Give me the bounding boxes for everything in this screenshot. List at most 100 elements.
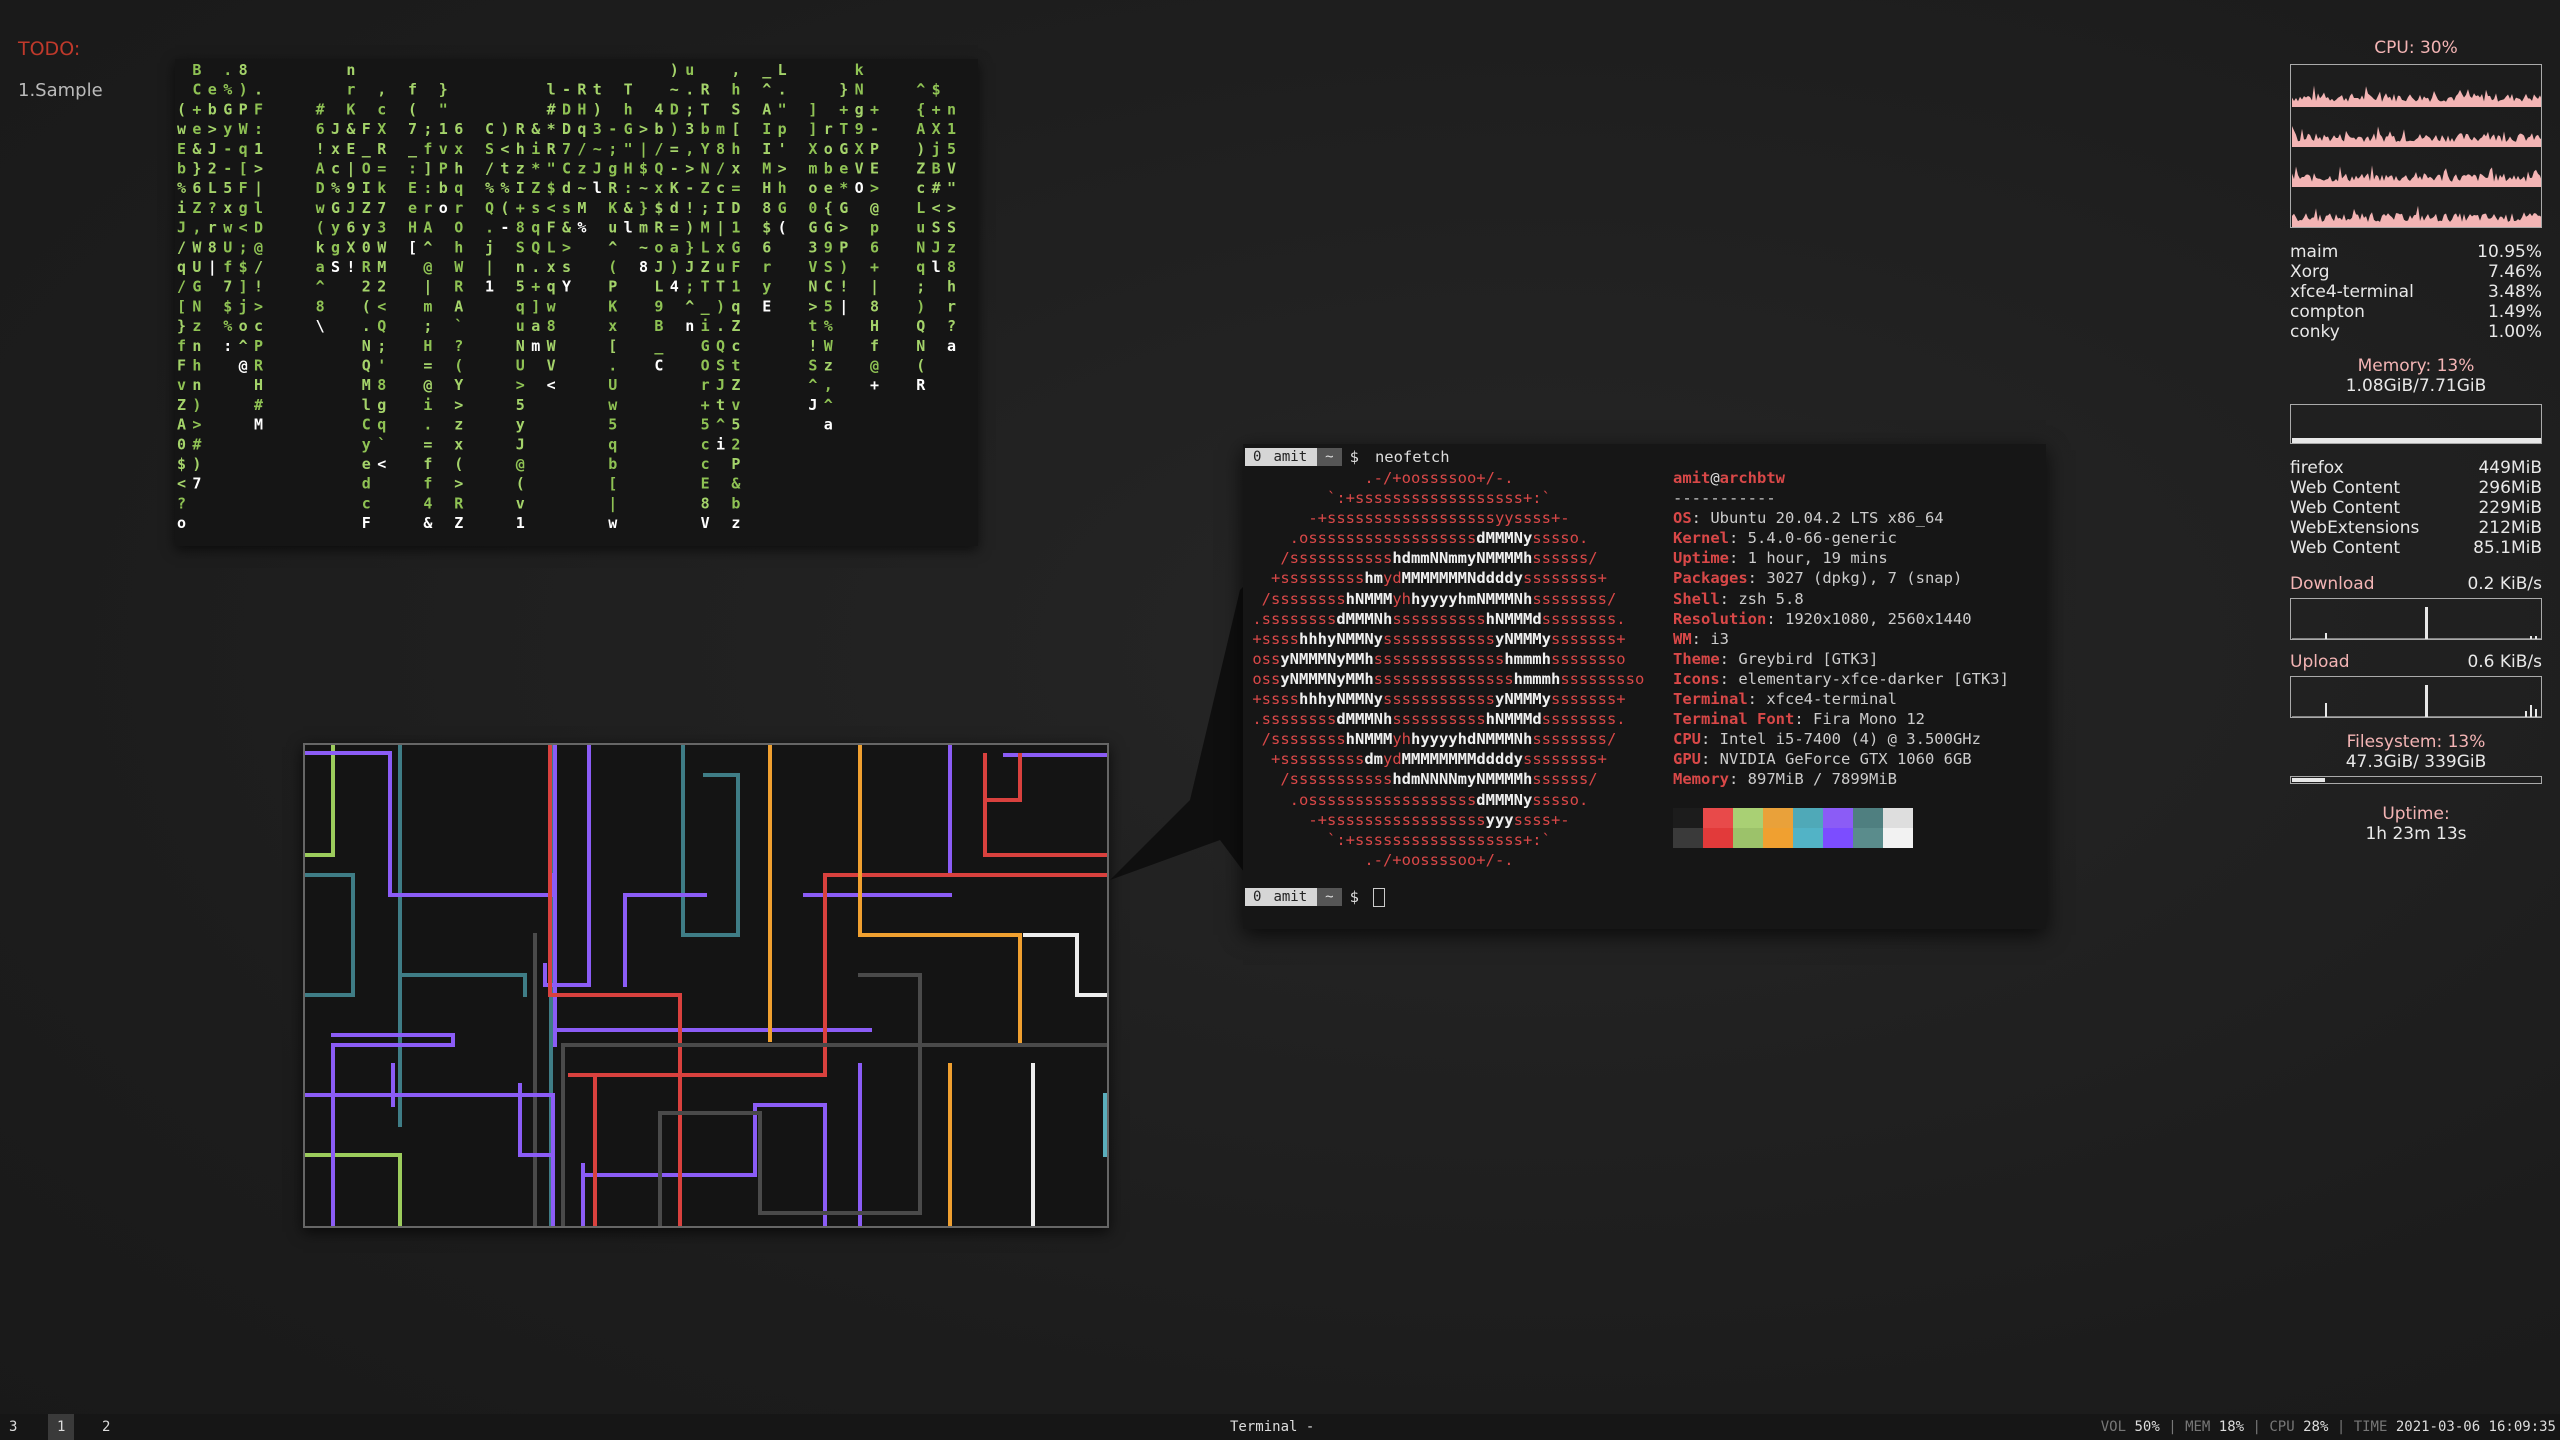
pipes-window[interactable] — [303, 743, 1109, 1228]
svg-text:;: ; — [239, 238, 248, 256]
svg-text:U: U — [516, 357, 525, 375]
svg-text:/: / — [716, 160, 725, 178]
info-key: Resolution — [1673, 609, 1767, 628]
svg-text:G: G — [192, 278, 201, 296]
svg-text:A: A — [316, 160, 325, 178]
svg-text:y: y — [362, 219, 371, 237]
svg-text:@: @ — [254, 238, 263, 256]
svg-text:L: L — [778, 61, 787, 79]
info-key: Kernel — [1673, 529, 1729, 548]
svg-text:): ) — [670, 120, 679, 138]
upload-value: 0.6 KiB/s — [2467, 652, 2542, 672]
svg-text:#: # — [254, 396, 263, 414]
svg-text:/: / — [577, 140, 586, 158]
svg-text::: : — [408, 160, 417, 178]
workspace-3[interactable]: 3 — [0, 1414, 26, 1440]
svg-text:|: | — [485, 258, 494, 277]
svg-text:): ) — [916, 140, 925, 158]
command-text: neofetch — [1374, 448, 1450, 466]
svg-text:): ) — [716, 297, 725, 315]
status-value: 50% — [2134, 1419, 2160, 1435]
svg-text:Z: Z — [177, 396, 186, 414]
svg-text:V: V — [855, 160, 864, 178]
svg-text:4: 4 — [654, 100, 663, 118]
svg-text:V: V — [547, 357, 556, 375]
svg-text:i: i — [701, 317, 710, 335]
svg-text:5: 5 — [731, 416, 740, 434]
info-value: Greybird [GTK3] — [1738, 649, 1879, 668]
svg-text:u: u — [608, 219, 617, 237]
svg-text:3: 3 — [593, 120, 602, 138]
svg-text:A: A — [454, 297, 463, 315]
svg-text:/: / — [654, 140, 663, 158]
info-row: Packages: 3027 (dpkg), 7 (snap) — [1673, 569, 1963, 588]
svg-text:F: F — [177, 357, 186, 375]
svg-text:P: P — [254, 337, 263, 355]
svg-text:Z: Z — [362, 199, 371, 217]
svg-text:n: n — [192, 337, 201, 355]
svg-text:Q: Q — [377, 317, 386, 335]
svg-text:O: O — [362, 160, 371, 178]
svg-text::: : — [423, 179, 432, 197]
filesystem-value: 47.3GiB/ 339GiB — [2345, 752, 2487, 772]
svg-text:5: 5 — [824, 297, 833, 315]
svg-text:Z: Z — [454, 514, 463, 532]
svg-text:+: + — [839, 100, 848, 118]
info-key: Terminal Font — [1673, 710, 1795, 729]
svg-text:^: ^ — [239, 337, 248, 355]
svg-text:%: % — [223, 81, 232, 99]
svg-text:c: c — [701, 435, 710, 453]
svg-text:-: - — [562, 81, 571, 99]
svg-text:C: C — [562, 160, 571, 178]
terminal-cursor[interactable] — [1372, 887, 1385, 907]
palette-swatch — [1673, 808, 1703, 828]
system-info: amit@archbtw ----------- OS: Ubuntu 20.0… — [1673, 469, 2009, 789]
svg-text:d: d — [562, 179, 571, 197]
svg-text:K: K — [608, 199, 617, 217]
terminal-window[interactable]: 0 amit ~ $ neofetch .-/+oossssoo+/-. `:+ss… — [1243, 444, 2046, 929]
svg-text:%: % — [824, 317, 833, 335]
svg-text:w: w — [608, 514, 618, 532]
svg-text:L: L — [547, 238, 556, 256]
svg-text:9: 9 — [654, 297, 663, 315]
svg-text:,: , — [731, 61, 740, 79]
svg-text:u: u — [516, 317, 525, 335]
svg-text:<: < — [932, 199, 941, 217]
svg-text:G: G — [331, 199, 340, 217]
svg-text:+: + — [870, 258, 879, 276]
svg-text:B: B — [654, 317, 663, 335]
svg-text:5: 5 — [516, 396, 525, 414]
info-key: Uptime — [1673, 549, 1729, 568]
svg-text:^: ^ — [716, 416, 725, 434]
svg-text:x: x — [716, 238, 725, 256]
svg-text:9: 9 — [855, 120, 864, 138]
svg-text:$: $ — [639, 160, 648, 178]
workspace-1[interactable]: 1 — [48, 1414, 75, 1440]
svg-text:!: ! — [316, 140, 325, 158]
svg-text:N: N — [808, 278, 817, 296]
svg-text:t: t — [731, 357, 740, 375]
svg-text:R: R — [654, 219, 664, 237]
svg-text:b: b — [731, 494, 740, 512]
cmatrix-window[interactable]: (w Eb% i J / q /[} f Fv Z A 0 $ <? o B C + e &} 6 Z, W U G Nz n h n)… — [175, 59, 978, 546]
svg-text:7: 7 — [408, 120, 417, 138]
svg-text:,: , — [824, 376, 833, 394]
info-row: Theme: Greybird [GTK3] — [1673, 649, 1879, 668]
svg-text:v: v — [731, 396, 740, 414]
svg-text:n: n — [947, 100, 956, 118]
upload-graph — [2290, 676, 2542, 718]
svg-text:): ) — [839, 258, 848, 276]
svg-text:^: ^ — [824, 396, 833, 414]
svg-text:i: i — [177, 199, 186, 217]
memory-process-list: firefox 449MiB Web Content 296MiB Web Conten… — [2290, 458, 2542, 558]
svg-text:|: | — [716, 219, 725, 238]
workspace-2[interactable]: 2 — [93, 1414, 119, 1440]
svg-text:t: t — [808, 317, 817, 335]
palette-swatch — [1853, 828, 1883, 848]
svg-text:}: } — [439, 81, 448, 99]
svg-text:j: j — [239, 297, 248, 315]
svg-text:>: > — [192, 416, 201, 434]
svg-text:W: W — [454, 258, 464, 276]
info-key: WM — [1673, 629, 1692, 648]
svg-text:>: > — [454, 475, 463, 493]
